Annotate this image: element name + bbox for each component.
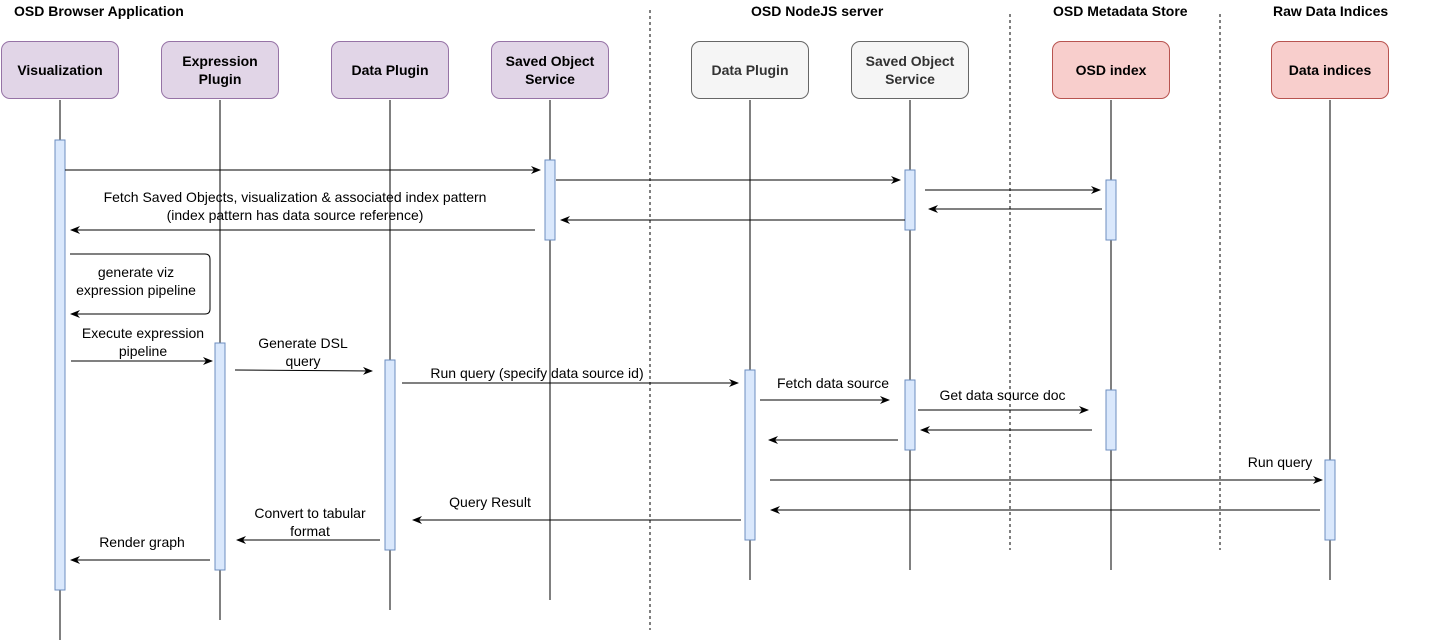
group-title-metadata: OSD Metadata Store [1053, 3, 1188, 19]
message-label-generate-dsl: Generate DSL query [258, 335, 348, 369]
actor-data-indices[interactable]: Data indices [1271, 41, 1389, 99]
actor-data-plugin-server[interactable]: Data Plugin [691, 41, 809, 99]
group-title-browser: OSD Browser Application [14, 3, 184, 19]
activation-bar-saved-object-service-server [904, 169, 916, 231]
message-arrow-expression-plugin-to-data-plugin-browser [234, 366, 373, 375]
message-label-generate-viz-pipeline: generate viz expression pipeline [76, 264, 196, 298]
activation-bar-osd-index [1105, 179, 1117, 241]
message-label-query-result: Query Result [449, 494, 531, 510]
actor-osd-index[interactable]: OSD index [1052, 41, 1170, 99]
activation-bar-osd-index [1105, 389, 1117, 451]
message-label-get-data-source-doc: Get data source doc [939, 387, 1066, 403]
message-label-execute-expression: Execute expression pipeline [81, 325, 205, 359]
activation-bar-data-indices [1324, 459, 1336, 541]
message-label-render-graph: Render graph [99, 534, 185, 550]
actor-visualization[interactable]: Visualization [1, 41, 119, 99]
message-label-fetch-data-source: Fetch data source [776, 375, 890, 391]
activation-bar-saved-object-service-browser [544, 159, 556, 241]
group-title-server: OSD NodeJS server [751, 3, 884, 19]
message-label-fetch-saved-objects: Fetch Saved Objects, visualization & ass… [103, 189, 487, 223]
activation-bar-data-plugin-browser [384, 359, 396, 551]
actor-saved-object-service-server[interactable]: Saved Object Service [851, 41, 969, 99]
activation-bar-data-plugin-server [744, 369, 756, 541]
message-label-run-query: Run query [1247, 454, 1313, 470]
activation-bar-expression-plugin [214, 342, 226, 571]
message-label-convert-tabular: Convert to tabular format [254, 505, 366, 539]
actor-saved-object-service-browser[interactable]: Saved Object Service [491, 41, 609, 99]
activation-bar-saved-object-service-server [904, 379, 916, 451]
activation-bar-visualization [54, 139, 66, 591]
actor-expression-plugin[interactable]: Expression Plugin [161, 41, 279, 99]
message-label-run-query-ds: Run query (specify data source id) [430, 365, 644, 381]
actor-data-plugin-browser[interactable]: Data Plugin [331, 41, 449, 99]
group-title-raw: Raw Data Indices [1273, 3, 1389, 19]
